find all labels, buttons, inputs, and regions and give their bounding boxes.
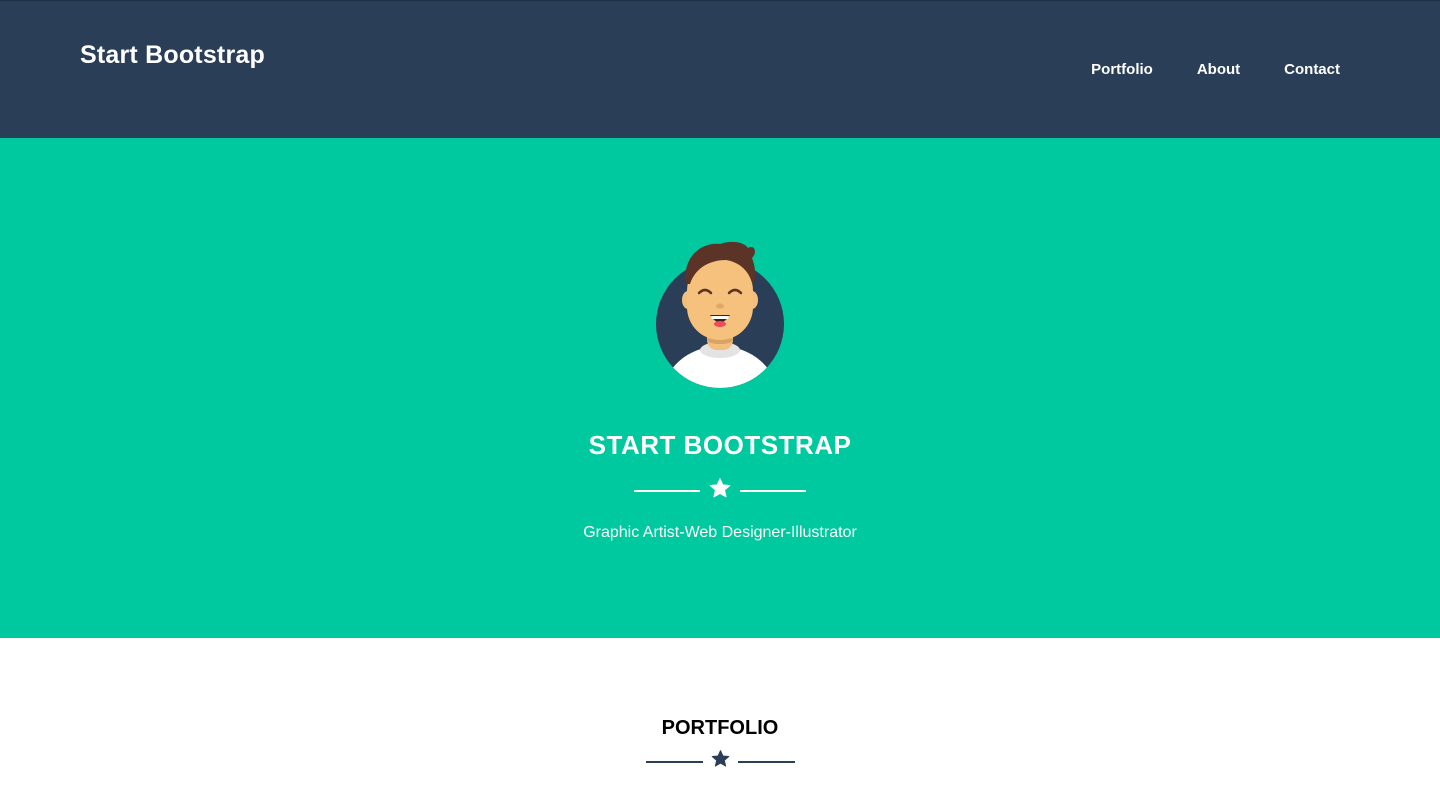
star-icon bbox=[711, 750, 730, 773]
nav-link-portfolio[interactable]: Portfolio bbox=[1091, 61, 1153, 78]
nav-link-about[interactable]: About bbox=[1197, 61, 1240, 78]
divider-line-right bbox=[737, 760, 795, 763]
star-icon bbox=[709, 478, 731, 504]
hero-divider bbox=[0, 478, 1440, 504]
portfolio-title: PORTFOLIO bbox=[661, 717, 779, 739]
nav-link-contact[interactable]: Contact bbox=[1284, 61, 1340, 78]
divider-line-right bbox=[740, 490, 806, 492]
nav-links: Portfolio About Contact bbox=[1091, 61, 1340, 78]
portfolio-divider bbox=[0, 750, 1440, 773]
hero-subtitle: Graphic Artist-Web Designer-Illustrator bbox=[583, 524, 857, 541]
portfolio-section: PORTFOLIO bbox=[0, 638, 1440, 790]
divider-line-left bbox=[645, 760, 703, 763]
avatar-illustration bbox=[656, 241, 784, 388]
hero-section: START BOOTSTRAP Graphic Artist-Web Desig… bbox=[0, 138, 1440, 638]
brand-link[interactable]: Start Bootstrap bbox=[80, 41, 265, 70]
divider-line-left bbox=[634, 490, 700, 492]
navbar: Start Bootstrap Portfolio About Contact bbox=[0, 0, 1440, 138]
hero-title: START BOOTSTRAP bbox=[588, 430, 852, 460]
